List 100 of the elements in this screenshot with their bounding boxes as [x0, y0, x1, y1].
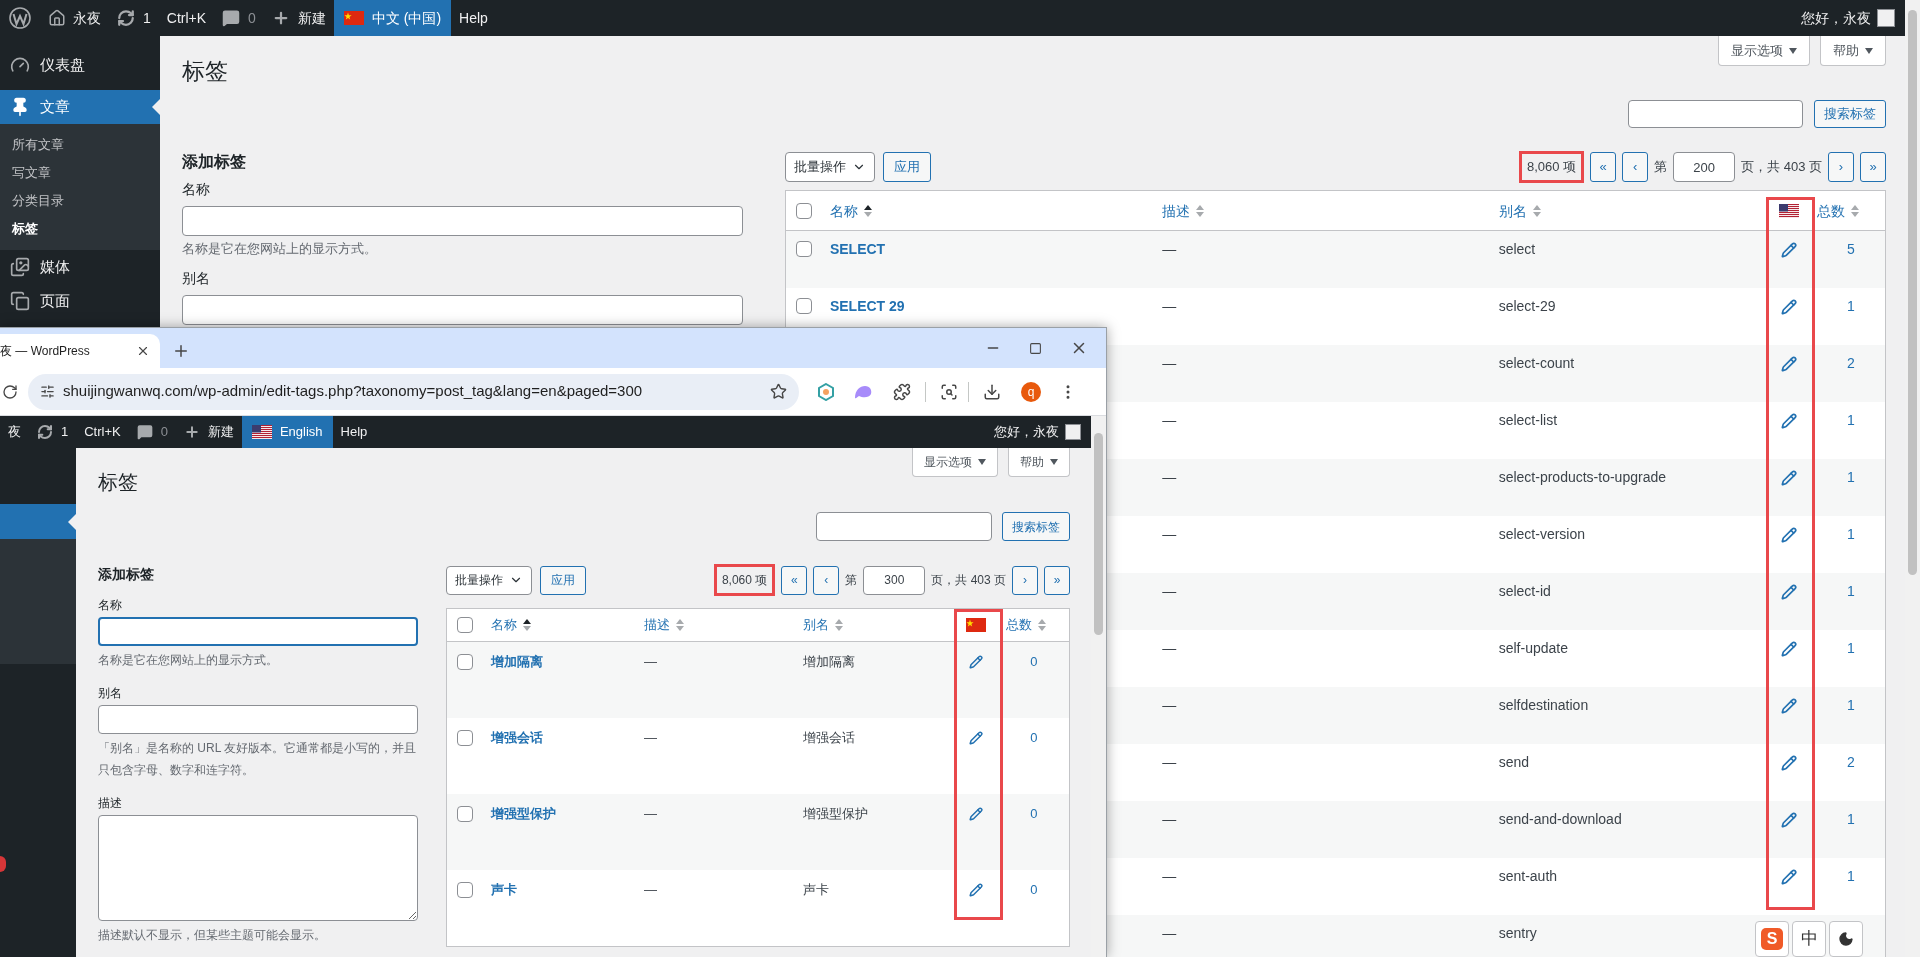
count-link[interactable]: 1 [1847, 697, 1855, 713]
comments-link[interactable]: 0 [128, 416, 176, 448]
pencil-icon[interactable] [968, 807, 983, 821]
pagination-button[interactable]: » [1860, 152, 1886, 182]
bulk-action-select[interactable]: 批量操作 [785, 152, 875, 182]
pagination-button[interactable]: « [781, 565, 808, 595]
search-field[interactable] [1628, 100, 1803, 128]
text-field[interactable] [98, 705, 418, 734]
scrollbar-thumb[interactable] [1908, 10, 1917, 575]
pencil-icon[interactable] [1780, 299, 1797, 315]
ime-mode-button[interactable]: 中 [1792, 921, 1826, 957]
new-content-link[interactable]: 新建 [263, 0, 334, 36]
tag-name-link[interactable]: 声卡 [490, 882, 517, 897]
pagination-button[interactable]: » [1044, 565, 1070, 595]
page-number-field[interactable]: 300 [863, 565, 926, 595]
column-header[interactable]: 总数 [1006, 615, 1047, 635]
column-header[interactable]: 别名 [803, 615, 844, 635]
checkbox[interactable] [456, 617, 473, 633]
comments-link[interactable]: 0 [214, 0, 264, 36]
ime-theme-button[interactable] [1829, 921, 1863, 957]
count-link[interactable]: 2 [1847, 355, 1855, 371]
count-link[interactable]: 1 [1847, 412, 1855, 428]
toolbar-link[interactable]: Ctrl+K [76, 416, 129, 448]
language-switcher[interactable]: English [241, 416, 333, 448]
count-link[interactable]: 1 [1847, 868, 1855, 884]
checkbox[interactable] [795, 298, 812, 314]
pencil-icon[interactable] [1780, 584, 1797, 600]
panel-toggle-button[interactable]: 帮助 [1008, 448, 1070, 477]
maximize-icon[interactable] [1029, 341, 1042, 355]
new-tab-icon[interactable] [172, 342, 190, 360]
count-link[interactable]: 0 [1030, 730, 1038, 745]
search-button[interactable]: 搜索标签 [1002, 512, 1070, 541]
text-field[interactable] [98, 617, 418, 646]
reload-icon[interactable] [2, 383, 18, 400]
pagination-button[interactable]: › [1828, 152, 1854, 182]
wordpress-logo[interactable] [9, 7, 31, 29]
puzzle-icon[interactable] [893, 382, 911, 401]
site-info-icon[interactable] [40, 384, 55, 399]
ghost-extension-icon[interactable] [853, 383, 873, 400]
pencil-icon[interactable] [1780, 641, 1797, 657]
pagination-button[interactable]: › [1012, 565, 1038, 595]
description-field[interactable] [98, 815, 418, 921]
menu-item[interactable]: 文章 [0, 90, 160, 124]
count-link[interactable]: 1 [1847, 583, 1855, 599]
apply-button[interactable]: 应用 [883, 152, 931, 182]
pencil-icon[interactable] [1780, 527, 1797, 543]
pagination-button[interactable]: ‹ [813, 565, 840, 595]
current-menu-item[interactable] [0, 504, 76, 539]
column-header[interactable]: 别名 [1498, 200, 1541, 221]
checkbox[interactable] [456, 882, 473, 898]
ime-logo-button[interactable]: S [1755, 921, 1789, 957]
count-link[interactable]: 1 [1847, 526, 1855, 542]
count-link[interactable]: 1 [1847, 640, 1855, 656]
checkbox[interactable] [456, 806, 473, 822]
download-icon[interactable] [983, 382, 1001, 401]
new-content-link[interactable]: 新建 [175, 416, 242, 448]
screen-search-icon[interactable] [940, 382, 958, 401]
apply-button[interactable]: 应用 [540, 565, 586, 595]
pencil-icon[interactable] [1780, 470, 1797, 486]
text-field[interactable] [182, 206, 743, 236]
pencil-icon[interactable] [1780, 869, 1797, 885]
avatar[interactable] [1877, 9, 1895, 27]
column-header[interactable]: 名称 [829, 200, 872, 221]
panel-toggle-button[interactable]: 显示选项 [912, 448, 998, 477]
submenu-item[interactable]: 分类目录 [0, 187, 160, 215]
column-header[interactable]: 名称 [490, 615, 531, 635]
menu-item[interactable]: 页面 [0, 284, 160, 318]
toolbar-link[interactable]: 夜 [0, 416, 29, 448]
scrollbar[interactable] [1091, 416, 1106, 957]
menu-item[interactable]: 媒体 [0, 250, 160, 284]
browser-tab[interactable]: 夜 — WordPress [0, 334, 160, 368]
checkbox[interactable] [456, 730, 473, 746]
bookmark-star-icon[interactable] [770, 383, 787, 400]
submenu-item[interactable]: 标签 [0, 215, 160, 243]
pencil-icon[interactable] [968, 655, 983, 669]
pencil-icon[interactable] [1780, 356, 1797, 372]
toolbar-link[interactable]: Help [451, 0, 496, 36]
toolbar-link[interactable]: Help [332, 416, 376, 448]
count-link[interactable]: 2 [1847, 754, 1855, 770]
submenu-item[interactable]: 所有文章 [0, 131, 160, 159]
updates-link[interactable]: 1 [109, 0, 159, 36]
tag-name-link[interactable]: 增强会话 [490, 730, 543, 745]
column-header[interactable]: 描述 [644, 615, 685, 635]
pencil-icon[interactable] [968, 731, 983, 745]
language-switcher[interactable]: 中文 (中国) [333, 0, 452, 36]
count-link[interactable]: 1 [1847, 298, 1855, 314]
address-bar[interactable]: shuijingwanwq.com/wp-admin/edit-tags.php?taxonomy=post_tag&lang=en&paged=300 [28, 373, 799, 410]
close-icon[interactable] [136, 344, 150, 358]
checkbox[interactable] [456, 654, 473, 670]
count-link[interactable]: 0 [1030, 806, 1038, 821]
bulk-action-select[interactable]: 批量操作 [446, 565, 532, 595]
pagination-button[interactable]: ‹ [1622, 152, 1649, 182]
greeting[interactable]: 您好，永夜 [994, 422, 1065, 442]
pencil-icon[interactable] [1780, 242, 1797, 258]
tag-name-link[interactable]: SELECT [829, 241, 886, 257]
toolbar-link[interactable]: Ctrl+K [158, 0, 215, 36]
greeting[interactable]: 您好，永夜 [1801, 7, 1877, 29]
checkbox[interactable] [795, 241, 812, 257]
count-link[interactable]: 0 [1030, 654, 1038, 669]
count-link[interactable]: 0 [1030, 882, 1038, 897]
